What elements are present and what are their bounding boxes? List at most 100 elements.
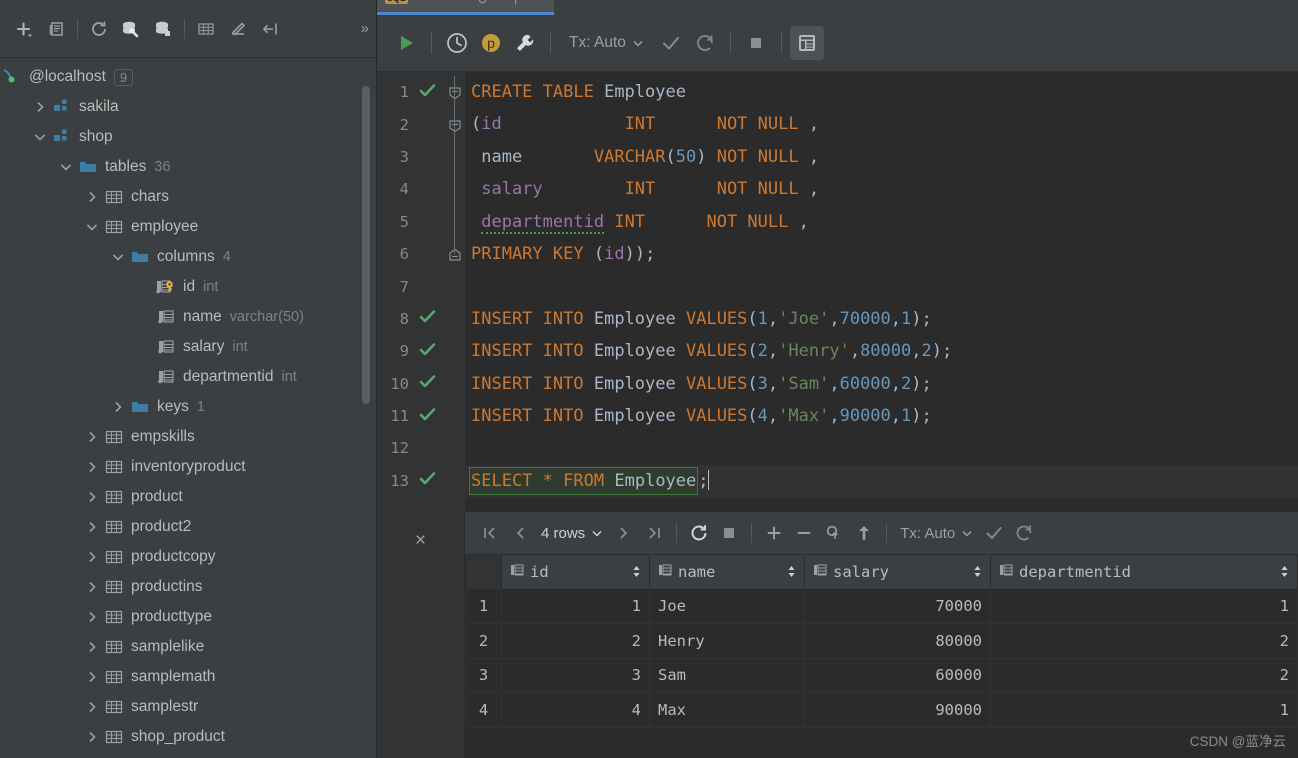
chevron-right-icon[interactable] (84, 549, 100, 565)
chevron-down-icon[interactable] (110, 249, 126, 265)
chevron-down-icon[interactable] (58, 159, 74, 175)
chevron-right-icon[interactable] (84, 699, 100, 715)
tree-node-empskills[interactable]: empskills (0, 422, 376, 452)
sql-code-editor[interactable]: 1 2 3 4 5 6 7 8 9 10 11 12 13 CREATE TABLE Employee … (377, 72, 1298, 512)
chevron-right-icon[interactable] (32, 99, 48, 115)
code-content[interactable]: CREATE TABLE Employee (id INT NOT NULL ,… (465, 72, 1298, 512)
cell-departmentid[interactable]: 2 (990, 657, 1298, 693)
cell-name[interactable]: Sam (649, 657, 805, 693)
database-icon[interactable] (147, 13, 179, 45)
row-count-dropdown[interactable]: 4 rows (535, 525, 609, 542)
commit-button[interactable] (654, 26, 688, 60)
cell-salary[interactable]: 60000 (804, 657, 991, 693)
sort-arrows-icon[interactable] (632, 565, 641, 579)
tree-node-employee[interactable]: employee (0, 212, 376, 242)
chevron-right-icon[interactable] (110, 399, 126, 415)
tree-node-productins[interactable]: productins (0, 572, 376, 602)
prev-page-icon[interactable] (505, 518, 535, 548)
cell-salary[interactable]: 90000 (804, 692, 991, 728)
table-row[interactable]: 1 1 Joe 70000 1 (465, 588, 1298, 624)
tree-node-shop-product[interactable]: shop_product (0, 722, 376, 752)
cell-departmentid[interactable]: 2 (990, 623, 1298, 659)
chevron-right-icon[interactable] (84, 459, 100, 475)
tree-node-producttype[interactable]: producttype (0, 602, 376, 632)
grid-header-salary[interactable]: salary (804, 555, 991, 590)
submit-icon[interactable] (849, 518, 879, 548)
tx-mode-dropdown[interactable]: Tx: Auto (565, 34, 648, 52)
open-results-button[interactable] (789, 26, 824, 60)
fold-end-icon[interactable] (449, 248, 461, 261)
chevron-down-icon[interactable] (32, 129, 48, 145)
chevron-right-icon[interactable] (84, 579, 100, 595)
settings-wrench-icon[interactable] (508, 26, 542, 60)
table-row[interactable]: 3 3 Sam 60000 2 (465, 657, 1298, 693)
add-row-icon[interactable] (759, 518, 789, 548)
refresh-icon[interactable] (83, 13, 115, 45)
tree-node-salary[interactable]: salary int (0, 332, 376, 362)
results-tx-dropdown[interactable]: Tx: Auto (894, 525, 979, 542)
toolbar-overflow-button[interactable]: » (361, 20, 369, 37)
cell-id[interactable]: 4 (501, 692, 650, 728)
run-button[interactable] (389, 26, 423, 60)
cell-departmentid[interactable]: 1 (990, 588, 1298, 624)
table-row[interactable]: 2 2 Henry 80000 2 (465, 623, 1298, 659)
chevron-right-icon[interactable] (84, 429, 100, 445)
tree-node-product[interactable]: product (0, 482, 376, 512)
history-icon[interactable] (440, 26, 474, 60)
chevron-right-icon[interactable] (84, 189, 100, 205)
table-row[interactable]: 4 4 Max 90000 1 (465, 692, 1298, 728)
results-rollback-icon[interactable] (1009, 518, 1039, 548)
tree-node-id[interactable]: id int (0, 272, 376, 302)
cell-id[interactable]: 2 (501, 623, 650, 659)
sort-arrows-icon[interactable] (1280, 565, 1289, 579)
cell-departmentid[interactable]: 1 (990, 692, 1298, 728)
cell-salary[interactable]: 70000 (804, 588, 991, 624)
tree-node-samplelike[interactable]: samplelike (0, 632, 376, 662)
chevron-down-icon[interactable] (84, 219, 100, 235)
results-commit-icon[interactable] (979, 518, 1009, 548)
database-tree[interactable]: @localhost 9 sakila shop tables 36 chars empl… (0, 58, 376, 758)
chevron-right-icon[interactable] (84, 489, 100, 505)
chevron-right-icon[interactable] (84, 609, 100, 625)
editor-gutter[interactable]: 1 2 3 4 5 6 7 8 9 10 11 12 13 (377, 72, 465, 512)
tree-node-inventoryproduct[interactable]: inventoryproduct (0, 452, 376, 482)
cell-name[interactable]: Joe (649, 588, 805, 624)
table-editor-icon[interactable] (190, 13, 222, 45)
first-page-icon[interactable] (475, 518, 505, 548)
stop-icon[interactable] (714, 518, 744, 548)
tree-node-departmentid[interactable]: departmentid int (0, 362, 376, 392)
next-page-icon[interactable] (609, 518, 639, 548)
grid-header-departmentid[interactable]: departmentid (990, 555, 1298, 590)
database-settings-icon[interactable] (115, 13, 147, 45)
add-icon[interactable] (8, 13, 40, 45)
results-grid[interactable]: id name salary departmentid 1 1 Joe 7000… (465, 555, 1298, 728)
tree-node-keys[interactable]: keys 1 (0, 392, 376, 422)
cell-salary[interactable]: 80000 (804, 623, 991, 659)
chevron-right-icon[interactable] (84, 519, 100, 535)
tree-node-productcopy[interactable]: productcopy (0, 542, 376, 572)
tree-node-shop[interactable]: shop (0, 122, 376, 152)
tree-scrollbar[interactable] (362, 86, 370, 404)
cell-id[interactable]: 1 (501, 588, 650, 624)
tree-node-chars[interactable]: chars (0, 182, 376, 212)
cell-name[interactable]: Henry (649, 623, 805, 659)
profile-icon[interactable]: p (474, 26, 508, 60)
grid-header-name[interactable]: name (649, 555, 805, 590)
chevron-right-icon[interactable] (84, 639, 100, 655)
fold-collapse-icon[interactable] (449, 86, 461, 100)
reload-icon[interactable] (684, 518, 714, 548)
tab-sql-console[interactable]: SQL ↻ | (377, 0, 554, 15)
copy-icon[interactable] (40, 13, 72, 45)
tree-node-samplestr[interactable]: samplestr (0, 692, 376, 722)
tree-node-samplemath[interactable]: samplemath (0, 662, 376, 692)
sort-arrows-icon[interactable] (973, 565, 982, 579)
rollback-button[interactable] (688, 26, 722, 60)
chevron-right-icon[interactable] (84, 669, 100, 685)
tree-node-name[interactable]: name varchar(50) (0, 302, 376, 332)
grid-header-id[interactable]: id (501, 555, 650, 590)
last-page-icon[interactable] (639, 518, 669, 548)
modify-icon[interactable] (222, 13, 254, 45)
tree-node-sakila[interactable]: sakila (0, 92, 376, 122)
cell-id[interactable]: 3 (501, 657, 650, 693)
chevron-right-icon[interactable] (84, 729, 100, 745)
